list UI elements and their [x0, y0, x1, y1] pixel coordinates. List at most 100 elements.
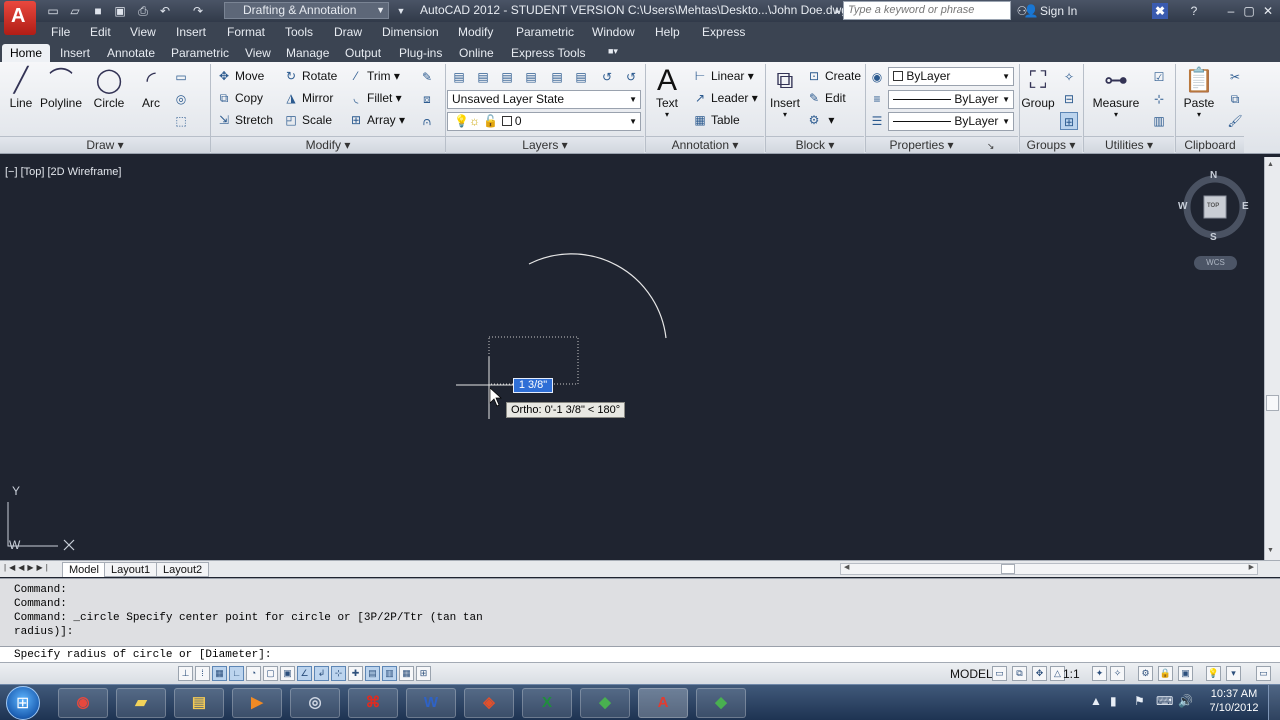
layer-state-select[interactable]: Unsaved Layer State ▼	[447, 90, 641, 109]
calculator-icon[interactable]: ▥	[1150, 112, 1168, 130]
undo-icon[interactable]: ↶	[157, 3, 173, 19]
paste-button[interactable]: 📋 Paste ▾	[1180, 66, 1218, 119]
compass-east[interactable]: E	[1242, 201, 1249, 212]
horizontal-scrollbar[interactable]: ◀ ▶	[840, 563, 1258, 575]
infer-constraints-toggle[interactable]: ⊥	[178, 666, 193, 681]
menu-format[interactable]: Format	[227, 25, 265, 39]
group-selection-icon[interactable]: ⊞	[1060, 112, 1078, 130]
command-input[interactable]: Specify radius of circle or [Diameter]:	[0, 646, 1280, 662]
open-icon[interactable]: ▱	[67, 3, 83, 19]
group-button[interactable]: ⛶ Group	[1021, 66, 1055, 110]
drawing-area[interactable]	[0, 157, 1264, 560]
scroll-down-icon[interactable]: ▼	[1267, 547, 1274, 554]
hscroll-thumb[interactable]	[1001, 564, 1015, 574]
measure-button[interactable]: ⊶ Measure ▾	[1090, 66, 1142, 119]
lineweight-icon[interactable]: ≡	[868, 90, 886, 108]
tab-insert[interactable]: Insert	[52, 44, 98, 62]
layer-properties-icon[interactable]: ▤	[450, 68, 468, 86]
hardware-acceleration-icon[interactable]: ▣	[1178, 666, 1193, 681]
linetype-icon[interactable]: ☰	[868, 112, 886, 130]
grid-display-toggle[interactable]: ▦	[212, 666, 227, 681]
quick-select-icon[interactable]: ☑	[1150, 68, 1168, 86]
table-button[interactable]: ▦ Table	[692, 110, 739, 130]
chrome-taskbar-icon[interactable]: ◉	[58, 688, 108, 718]
annotation-visibility-icon[interactable]: ✦	[1092, 666, 1107, 681]
insert-block-button[interactable]: ⧉ Insert ▾	[768, 66, 802, 119]
rotate-button[interactable]: ↻ Rotate	[283, 66, 337, 86]
office-taskbar-icon[interactable]: ◈	[464, 688, 514, 718]
snap-mode-toggle[interactable]: ⁞	[195, 666, 210, 681]
hatch-icon[interactable]: ◎	[172, 90, 190, 108]
utilities-panel-label[interactable]: Utilities ▾	[1084, 136, 1174, 153]
annotation-scale-select[interactable]: 1:1	[1063, 667, 1080, 681]
word-taskbar-icon[interactable]: W	[406, 688, 456, 718]
polar-tracking-toggle[interactable]: ◔	[246, 666, 261, 681]
status-bar-menu-icon[interactable]: ▾	[1226, 666, 1241, 681]
workspace-switching-icon[interactable]: ⚙	[1138, 666, 1153, 681]
array-button[interactable]: ⊞ Array ▾	[348, 110, 405, 130]
quick-properties-toggle[interactable]: ▥	[382, 666, 397, 681]
explode-icon[interactable]: ⧈	[418, 90, 436, 108]
create-block-button[interactable]: ⊡ Create	[806, 66, 861, 86]
compass-south[interactable]: S	[1210, 232, 1217, 243]
wcs-menu-button[interactable]: WCS	[1194, 256, 1237, 270]
menu-edit[interactable]: Edit	[90, 25, 111, 39]
scale-button[interactable]: ◰ Scale	[283, 110, 332, 130]
ribbon-minimize-icon[interactable]: ■▾	[600, 44, 626, 62]
layout-tab-model[interactable]: Model	[62, 562, 106, 577]
layer-tool-icon[interactable]: ↺	[622, 68, 640, 86]
quick-view-drawings-icon[interactable]: ⧉	[1012, 666, 1027, 681]
match-properties-icon[interactable]: 🖌	[1226, 112, 1244, 130]
viewcube[interactable]: N S E W TOP	[1178, 170, 1249, 243]
viewport-controls-label[interactable]: [−] [Top] [2D Wireframe]	[5, 166, 121, 178]
close-button[interactable]: ✕	[1259, 3, 1277, 19]
menu-draw[interactable]: Draw	[334, 25, 362, 39]
mirror-button[interactable]: ◮ Mirror	[283, 88, 333, 108]
groups-panel-label[interactable]: Groups ▾	[1020, 136, 1082, 153]
line-button[interactable]: ╱ Line	[4, 66, 38, 110]
annotation-monitor-toggle[interactable]: ⊞	[416, 666, 431, 681]
model-space-button[interactable]: MODEL	[950, 667, 993, 681]
plot-icon[interactable]: ⎙	[135, 3, 151, 19]
edit-block-button[interactable]: ✎ Edit	[806, 88, 846, 108]
flag-icon[interactable]: ⚑	[1134, 694, 1145, 708]
text-button[interactable]: A Text ▾	[650, 66, 684, 120]
clean-screen-icon[interactable]: ▭	[1256, 666, 1271, 681]
quick-view-layouts-icon[interactable]: ▭	[992, 666, 1007, 681]
tab-manage[interactable]: Manage	[278, 44, 337, 62]
dynamic-input-field[interactable]: 1 3/8"	[513, 378, 553, 393]
group-edit-icon[interactable]: ⊟	[1060, 90, 1078, 108]
new-icon[interactable]: ▭	[45, 3, 61, 19]
pan-icon[interactable]: ✥	[1032, 666, 1047, 681]
offset-icon[interactable]: ⩀	[418, 112, 436, 130]
transparency-toggle[interactable]: ▤	[365, 666, 380, 681]
lock-icon[interactable]: 🔒	[1158, 666, 1173, 681]
isolate-objects-icon[interactable]: 💡	[1206, 666, 1221, 681]
polyline-button[interactable]: ⌒ Polyline	[40, 66, 82, 110]
layer-select[interactable]: 💡☼ 🔓 0 ▼	[447, 112, 641, 131]
dynamic-ucs-toggle[interactable]: ↲	[314, 666, 329, 681]
circle-button[interactable]: ◯ Circle	[90, 66, 128, 110]
trim-button[interactable]: ⁄ Trim ▾	[348, 66, 400, 86]
selection-cycling-toggle[interactable]: ▦	[399, 666, 414, 681]
menu-help[interactable]: Help	[655, 25, 680, 39]
layer-tool-icon[interactable]: ▤	[548, 68, 566, 86]
tab-plugins[interactable]: Plug-ins	[391, 44, 450, 62]
vertical-scrollbar[interactable]: ▲ ▼	[1264, 157, 1280, 560]
layer-tool-icon[interactable]: ▤	[474, 68, 492, 86]
arc-button[interactable]: ◜ Arc	[134, 66, 168, 110]
layer-tool-icon[interactable]: ▤	[498, 68, 516, 86]
scroll-up-icon[interactable]: ▲	[1267, 161, 1274, 168]
cut-icon[interactable]: ✂	[1226, 68, 1244, 86]
draw-panel-label[interactable]: Draw ▾	[0, 136, 210, 153]
menu-modify[interactable]: Modify	[458, 25, 493, 39]
viewcube-face-top[interactable]: TOP	[1207, 203, 1219, 209]
help-icon[interactable]: ?	[1186, 3, 1202, 19]
object-snap-toggle[interactable]: ▢	[263, 666, 278, 681]
sign-in-link[interactable]: Sign In	[1040, 4, 1077, 18]
stretch-button[interactable]: ⇲ Stretch	[216, 110, 273, 130]
ungroup-icon[interactable]: ✧	[1060, 68, 1078, 86]
scroll-left-icon[interactable]: ◀	[844, 563, 849, 571]
color-select[interactable]: ByLayer ▼	[888, 67, 1014, 86]
linetype-select[interactable]: ByLayer ▼	[888, 112, 1014, 131]
